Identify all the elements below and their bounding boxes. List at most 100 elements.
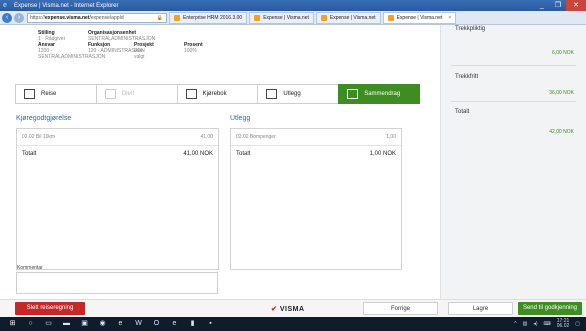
word-icon[interactable]: W (133, 319, 144, 329)
divider (451, 101, 576, 102)
utlegg-box: 02.02 Bompenger 1,00 Totalt 1,00 NOK (230, 128, 402, 270)
step-label: Sammendrag (364, 91, 401, 97)
kjoregodtgjorelse-box: 02.02 Bil 10km 41,00 Totalt 41,00 NOK (16, 128, 219, 270)
browser-tab-expense-1[interactable]: Expense | Visma.net (249, 11, 314, 24)
edge-icon[interactable]: e (115, 319, 126, 329)
utlegg-title: Utlegg (230, 115, 251, 122)
summary-sidebar: Trekkpliktig 6,00 NOK Trekkfritt 36,00 N… (440, 25, 586, 299)
utlegg-panel: Utlegg 02.02 Bompenger 1,00 Totalt 1,00 … (230, 115, 402, 270)
tab-label: Enterprise HRM 2016.3.00 (183, 14, 243, 21)
step-kjorebok[interactable]: Kjørebok (176, 84, 258, 104)
tab-favicon-icon (320, 14, 327, 21)
address-bar[interactable]: https:// expense.visma.net /expense/appI… (27, 12, 167, 23)
receipt-icon (266, 89, 278, 99)
step-reise[interactable]: Reise (15, 84, 96, 104)
step-label: Reise (41, 91, 57, 97)
item-label: 02.02 Bil 10km (22, 134, 56, 140)
browser-tab-hrm[interactable]: Enterprise HRM 2016.3.00 (169, 11, 248, 24)
trekkpliktig-value: 6,00 NOK (552, 50, 574, 56)
step-label: Kjørebok (202, 91, 227, 97)
tab-favicon-icon (254, 14, 261, 21)
trekkfritt-label: Trekkfritt (455, 74, 479, 80)
store-icon[interactable]: ▣ (79, 319, 90, 329)
address-prefix: https:// (30, 14, 46, 21)
totalt-label: Totalt (455, 109, 470, 115)
volume-icon[interactable]: ◂) (533, 321, 537, 327)
cutlery-icon (104, 89, 116, 99)
internet-explorer-taskbar-icon[interactable]: e (169, 319, 180, 329)
window-controls: _ ❐ ✕ (534, 0, 586, 11)
prosjekt-value: Ikke valgt (134, 48, 145, 60)
total-value: 41,00 NOK (183, 151, 213, 157)
windows-start-icon[interactable]: ⊞ (7, 319, 18, 329)
item-value: 1,00 (386, 134, 396, 140)
divider (451, 65, 576, 66)
close-window-button[interactable]: ✕ (566, 0, 586, 11)
window-titlebar: e Expense | Visma.net - Internet Explore… (0, 0, 586, 11)
submit-for-approval-button[interactable]: Send til godkjenning (518, 302, 582, 315)
back-button[interactable]: ‹ (2, 12, 12, 23)
visma-logo: ✔ VISMA (271, 305, 305, 313)
chrome-icon[interactable]: ◉ (97, 319, 108, 329)
bookmark-icon[interactable]: ▮ (187, 319, 198, 329)
visma-logo-mark: ✔ (271, 306, 278, 313)
notifications-icon[interactable]: ▢ (575, 321, 580, 327)
comment-textarea[interactable] (16, 272, 218, 294)
total-label: Totalt (236, 151, 251, 157)
network-icon[interactable]: ▥ (523, 321, 528, 327)
list-item[interactable]: 02.02 Bil 10km 41,00 (17, 129, 218, 146)
tab-favicon-icon (174, 14, 180, 21)
internet-explorer-icon: e (3, 1, 7, 9)
browser-tab-expense-2[interactable]: Expense | Visma.net (315, 11, 381, 24)
address-path: /expense/appId (89, 14, 124, 21)
minimize-button[interactable]: _ (534, 0, 550, 11)
app-icon[interactable]: ▪ (205, 319, 216, 329)
browser-tab-expense-active[interactable]: Expense | Visma.net × (382, 11, 457, 24)
keyboard-icon[interactable]: ⌨ (544, 321, 551, 327)
outlook-icon[interactable]: O (151, 319, 162, 329)
windows-taskbar: ⊞ ○ ▭ ▬ ▣ ◉ e W O e ▮ ▪ ^ ▥ ◂) ⌨ 17:21 0… (0, 317, 586, 331)
step-label: Diett (121, 91, 135, 97)
total-value: 1,00 NOK (369, 151, 396, 157)
item-label: 02.02 Bompenger (236, 134, 276, 140)
car-icon (185, 89, 197, 99)
clock[interactable]: 17:21 06.02 (557, 319, 570, 329)
main-content: Stilling 1 - Rådgiver Ansvar 1200 - SENT… (0, 25, 440, 299)
tab-label: Expense | Visma.net (396, 14, 443, 21)
prosent-value: 100% (184, 48, 197, 54)
step-label: Utlegg (283, 91, 301, 97)
total-row: Totalt 41,00 NOK (17, 146, 218, 162)
item-value: 41,00 (200, 134, 213, 140)
kjoregodtgjorelse-title: Kjøregodtgjørelse (16, 115, 72, 122)
browser-navbar: ‹ › https:// expense.visma.net /expense/… (0, 11, 586, 25)
delete-expense-button[interactable]: Slett reiseregning (15, 302, 85, 315)
clock-date: 06.02 (556, 323, 570, 329)
tab-label: Expense | Visma.net (329, 14, 376, 21)
step-diett: Diett (95, 84, 177, 104)
tray-arrow-icon[interactable]: ^ (514, 321, 516, 327)
step-sammendrag[interactable]: Sammendrag (338, 84, 420, 104)
tab-label: Expense | Visma.net (263, 14, 309, 21)
wizard-steps: Reise Diett Kjørebok Utlegg Sammendrag (15, 84, 420, 104)
maximize-button[interactable]: ❐ (550, 0, 566, 11)
file-explorer-icon[interactable]: ▬ (61, 319, 72, 329)
address-host: expense.visma.net (45, 14, 90, 21)
total-label: Totalt (22, 151, 37, 157)
total-row: Totalt 1,00 NOK (231, 146, 401, 162)
previous-button[interactable]: Forrige (363, 302, 438, 315)
system-tray: ^ ▥ ◂) ⌨ 17:21 06.02 ▢ (508, 317, 580, 331)
save-button[interactable]: Lagre (448, 302, 513, 315)
ansvar-value-name: SENTRALADMINISTRASJON (38, 54, 106, 60)
step-utlegg[interactable]: Utlegg (257, 84, 339, 104)
forward-button[interactable]: › (14, 12, 24, 23)
trekkfritt-value: 36,00 NOK (549, 90, 574, 96)
tab-close-icon[interactable]: × (448, 15, 451, 21)
tab-favicon-icon (387, 14, 394, 21)
window-title: Expense | Visma.net - Internet Explorer (14, 2, 119, 9)
list-item[interactable]: 02.02 Bompenger 1,00 (231, 129, 401, 146)
lock-icon[interactable]: 🔒 (157, 15, 163, 21)
task-view-icon[interactable]: ▭ (43, 319, 54, 329)
action-bar: Slett reiseregning ✔ VISMA Forrige Lagre… (0, 299, 586, 317)
kjoregodtgjorelse-panel: Kjøregodtgjørelse 02.02 Bil 10km 41,00 T… (16, 115, 219, 270)
search-icon[interactable]: ○ (25, 319, 36, 329)
